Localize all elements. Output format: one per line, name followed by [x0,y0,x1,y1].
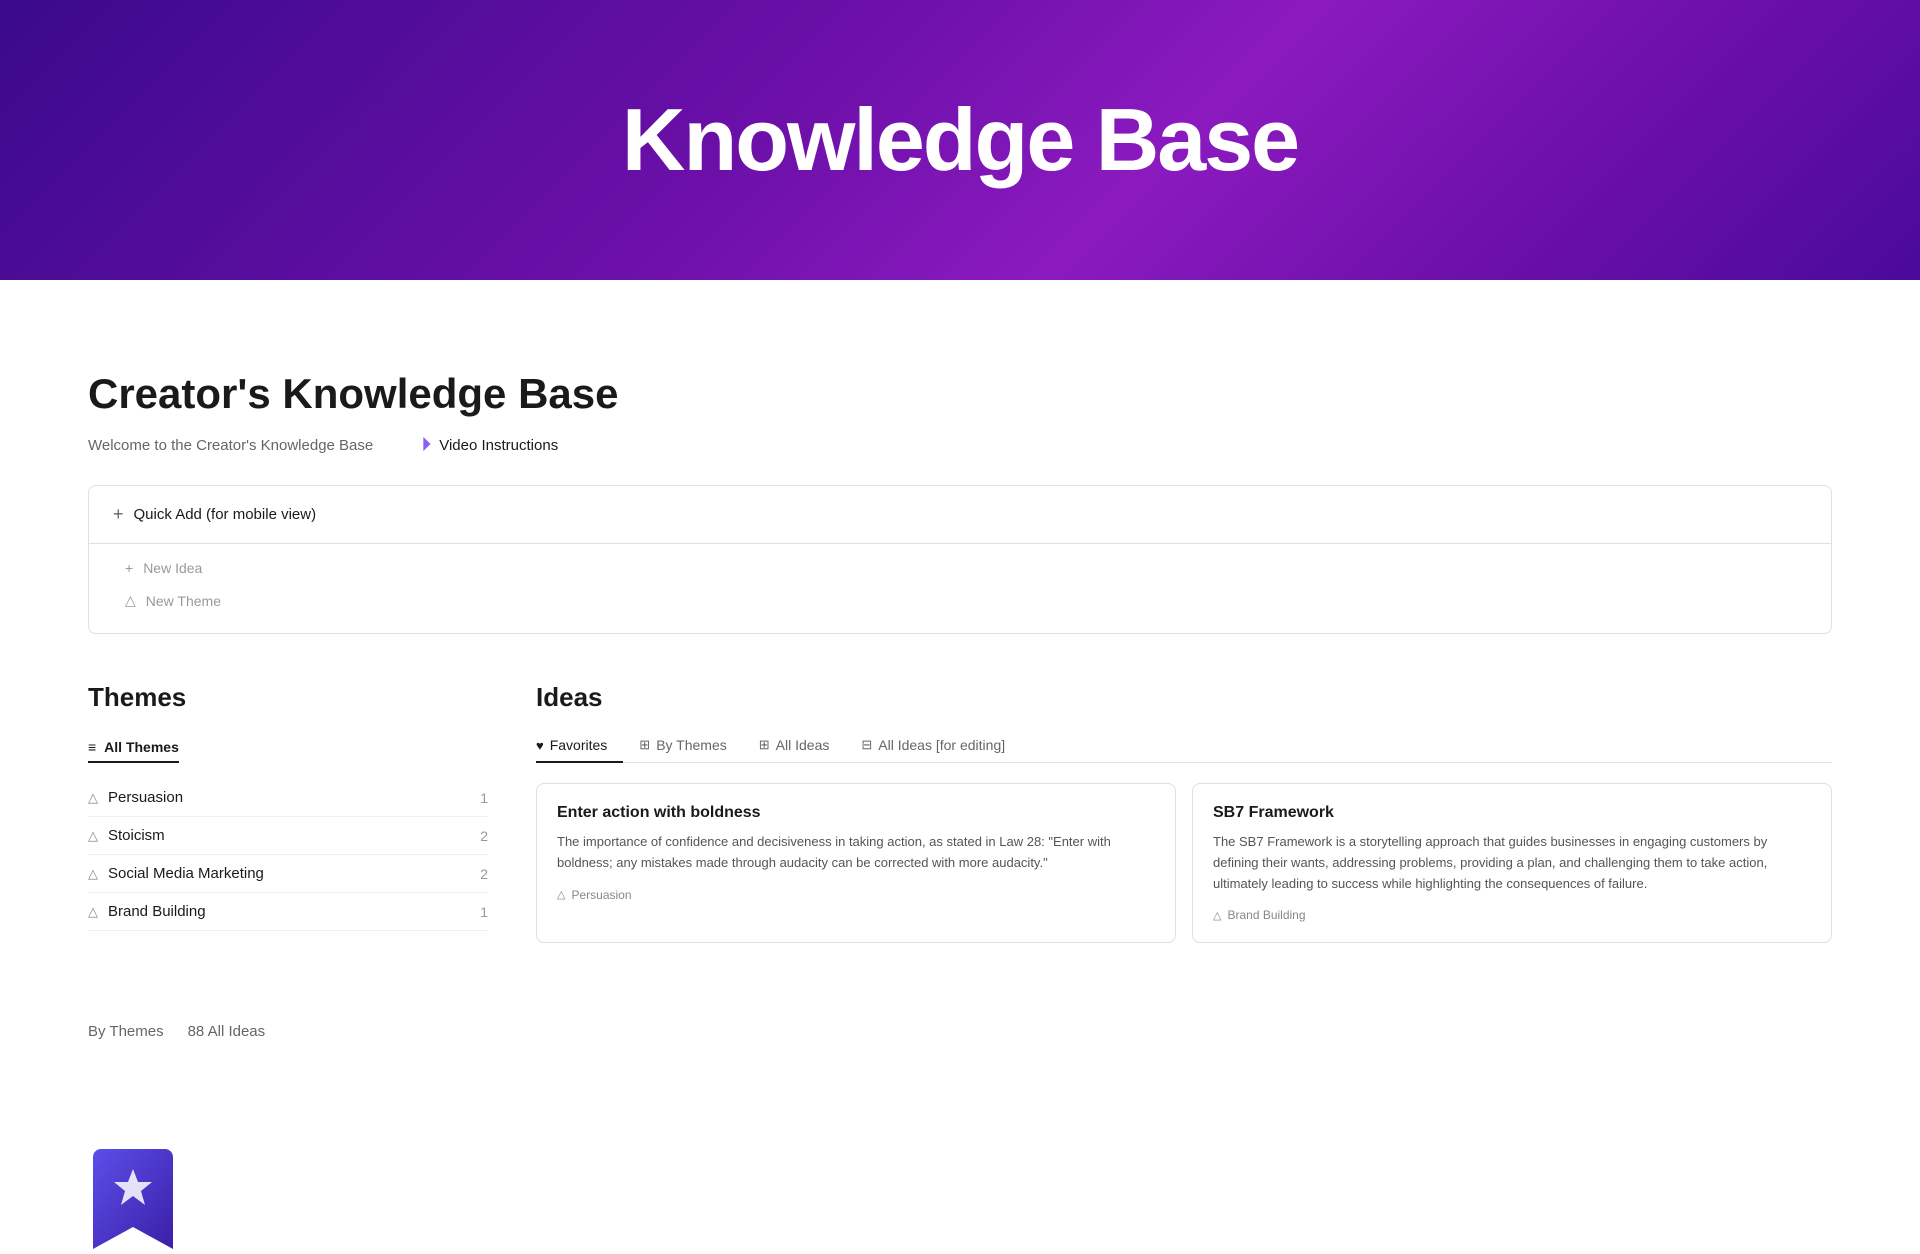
theme-count: 2 [480,866,488,882]
ideas-section: Ideas ♥ Favorites ⊞ By Themes ⊞ All Idea… [536,682,1832,943]
heart-icon: ♥ [536,738,544,753]
theme-count: 1 [480,790,488,806]
new-idea-icon: + [125,560,133,576]
theme-count: 2 [480,828,488,844]
new-idea-label: New Idea [143,560,202,576]
theme-name: Brand Building [108,903,206,920]
video-link-label: Video Instructions [439,437,558,454]
card-description: The SB7 Framework is a storytelling appr… [1213,832,1811,894]
new-theme-label: New Theme [146,593,221,609]
ideas-section-title: Ideas [536,682,1832,713]
theme-name: Stoicism [108,827,165,844]
bottom-tab-by-themes[interactable]: By Themes [88,1023,164,1040]
quick-add-section: + Quick Add (for mobile view) + New Idea… [88,485,1832,634]
theme-name: Social Media Marketing [108,865,264,882]
theme-item-brand-building[interactable]: △ Brand Building 1 [88,893,488,931]
page-content: Creator's Knowledge Base Welcome to the … [0,280,1920,983]
card-description: The importance of confidence and decisiv… [557,832,1155,874]
card-tag-label: Brand Building [1227,908,1305,922]
all-themes-tab[interactable]: ≡ All Themes [88,733,179,763]
tag-triangle-icon: △ [557,888,565,901]
triangle-icon: △ [88,790,98,806]
theme-item-stoicism[interactable]: △ Stoicism 2 [88,817,488,855]
new-theme-item[interactable]: △ New Theme [125,584,1807,617]
grid-icon: ⊞ [639,737,650,753]
cards-grid: Enter action with boldness The importanc… [536,783,1832,943]
bottom-area: By Themes 88 All Ideas [0,1023,1920,1040]
plus-icon: + [113,504,124,525]
theme-item-persuasion[interactable]: △ Persuasion 1 [88,779,488,817]
play-icon: ⏵ [421,434,431,457]
card-title: Enter action with boldness [557,804,1155,822]
themes-list: △ Persuasion 1 △ Stoicism 2 △ Social Med [88,779,488,931]
tab-all-ideas-label: All Ideas [776,737,830,753]
list-icon: ≡ [88,739,96,755]
card-tag: △ Persuasion [557,888,1155,902]
subtitle-text: Welcome to the Creator's Knowledge Base [88,437,373,454]
subtitle-row: Welcome to the Creator's Knowledge Base … [88,434,1832,457]
card-title: SB7 Framework [1213,804,1811,822]
themes-section: Themes ≡ All Themes △ Persuasion 1 △ Sto… [88,682,488,943]
tab-favorites-label: Favorites [550,737,608,753]
theme-item-social-media[interactable]: △ Social Media Marketing 2 [88,855,488,893]
tab-all-ideas[interactable]: ⊞ All Ideas [743,729,846,763]
triangle-icon: △ [88,904,98,920]
tab-all-ideas-editing[interactable]: ⊟ All Ideas [for editing] [845,729,1021,763]
grid-icon-2: ⊞ [759,737,770,753]
theme-count: 1 [480,904,488,920]
idea-card-boldness[interactable]: Enter action with boldness The importanc… [536,783,1176,943]
all-themes-label: All Themes [104,739,179,755]
theme-name: Persuasion [108,789,183,806]
quick-add-title: Quick Add (for mobile view) [134,506,317,523]
tag-triangle-icon: △ [1213,909,1221,922]
main-two-col: Themes ≡ All Themes △ Persuasion 1 △ Sto… [88,682,1832,943]
page-icon [88,1144,178,1254]
bottom-tab-all-ideas[interactable]: 88 All Ideas [188,1023,266,1040]
card-tag: △ Brand Building [1213,908,1811,922]
video-instructions-link[interactable]: ⏵ Video Instructions [421,434,558,457]
idea-card-sb7[interactable]: SB7 Framework The SB7 Framework is a sto… [1192,783,1832,943]
new-theme-icon: △ [125,592,136,609]
quick-add-header[interactable]: + Quick Add (for mobile view) [89,486,1831,544]
header-banner: Knowledge Base [0,0,1920,280]
bottom-tabs: By Themes 88 All Ideas [88,1023,265,1040]
tab-favorites[interactable]: ♥ Favorites [536,729,623,763]
triangle-icon: △ [88,828,98,844]
themes-section-title: Themes [88,682,488,713]
tab-by-themes-label: By Themes [656,737,727,753]
bookmark-star-icon [93,1149,173,1249]
tab-by-themes[interactable]: ⊞ By Themes [623,729,742,763]
page-title: Creator's Knowledge Base [88,370,1832,418]
new-idea-item[interactable]: + New Idea [125,552,1807,584]
tab-all-ideas-editing-label: All Ideas [for editing] [878,737,1005,753]
triangle-icon: △ [88,866,98,882]
card-tag-label: Persuasion [571,888,631,902]
quick-add-items: + New Idea △ New Theme [89,544,1831,633]
ideas-tabs: ♥ Favorites ⊞ By Themes ⊞ All Ideas ⊟ Al… [536,729,1832,763]
header-title: Knowledge Base [622,89,1298,191]
table-icon: ⊟ [861,737,872,753]
